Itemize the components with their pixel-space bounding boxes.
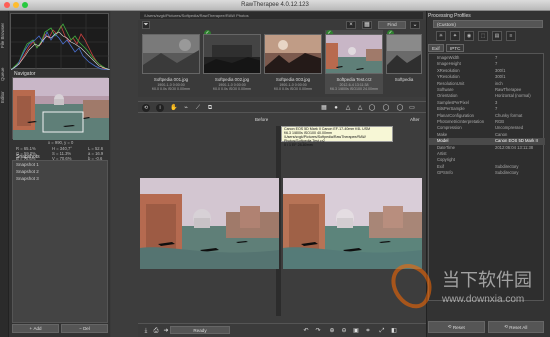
tool-tabs: ☀ ✦ ◉ ⬚ ▤ ≡ <box>428 31 546 42</box>
straighten-icon[interactable]: ⟋ <box>194 104 202 112</box>
rotate-right-icon[interactable]: ↷ <box>314 327 322 335</box>
tab-editor[interactable]: Editor <box>0 87 9 107</box>
thumbnail-filename: Softpedia 003.jpg <box>275 77 311 82</box>
snapshot-item[interactable]: Snapshot 2 <box>13 168 107 175</box>
snapshot-buttons: + Add − Del <box>12 324 108 333</box>
window-controls <box>4 2 28 8</box>
thumbnail-exif: f/0.0 0.0s ISO0 0.00mm <box>274 87 312 91</box>
editor-toolbar: ⟲ i ✋ ⌁ ⟋ ⧉ ▦ ● △ △ ◯ ◯ ◯ ▭ <box>138 101 426 113</box>
rotate-left-icon[interactable]: ↶ <box>302 327 310 335</box>
metadata-icon[interactable]: ≡ <box>506 31 516 41</box>
thumbnail-image[interactable] <box>264 34 322 74</box>
add-snapshot-button[interactable]: + Add <box>12 324 59 333</box>
thumbnail-exif: f/6.3 1/800s ISO100 24.00mm <box>330 87 378 91</box>
triangle-warning-icon[interactable]: △ <box>356 104 364 112</box>
watermark-logo: 当下软件园 www.downxia.com <box>384 258 544 318</box>
tab-queue[interactable]: Queue <box>0 63 9 85</box>
title-bar: RawTherapee 4.0.12.123 <box>0 0 550 11</box>
processing-profiles-label: Processing Profiles <box>428 13 471 19</box>
navigator-preview[interactable] <box>12 77 109 140</box>
delete-snapshot-button[interactable]: − Del <box>61 324 108 333</box>
zoom-out-icon[interactable]: ⊖ <box>340 327 348 335</box>
tab-file-browser[interactable]: File Browser <box>0 11 9 59</box>
image-tooltip: Canon EOS 5D Mark II Canon EF-17-40mm f/… <box>281 126 393 147</box>
nav-coords: x = 990, y = 0 <box>48 140 74 145</box>
thumbnail-card[interactable]: ✓ Softpedia <box>386 30 422 94</box>
send-icon[interactable]: ➜ <box>162 327 170 335</box>
close-icon[interactable]: × <box>346 21 356 29</box>
thumbnail-image[interactable] <box>142 34 200 74</box>
app-window: RawTherapee 4.0.12.123 File Browser Queu… <box>0 0 550 337</box>
circle-icon[interactable]: ◯ <box>368 104 376 112</box>
filmstrip-toolbar: ⏷ × ▦ Find ⌄ <box>140 20 424 30</box>
thumbnail-card[interactable]: Softpedia 001.jpg 1900-1-0 0:00:00 f/0.0… <box>142 30 200 94</box>
reset-button[interactable]: ⟲ Reset <box>428 321 485 333</box>
hand-tool-icon[interactable]: ✋ <box>170 104 178 112</box>
thumbnail-image[interactable] <box>203 34 261 74</box>
snapshot-item[interactable]: Snapshot 1 <box>13 161 107 168</box>
tab-exif[interactable]: Exif <box>428 44 444 52</box>
exposure-icon[interactable]: ☀ <box>436 31 446 41</box>
preview-icon[interactable]: ◧ <box>390 327 398 335</box>
info-icon[interactable]: i <box>156 104 164 112</box>
triangle-icon[interactable]: △ <box>344 104 352 112</box>
tab-iptc[interactable]: IPTC <box>446 44 465 52</box>
metadata-tabs: Exif IPTC <box>428 44 546 52</box>
fullscreen-icon[interactable]: ⤢ <box>378 327 386 335</box>
histogram <box>10 13 111 71</box>
before-label: Before <box>255 117 269 122</box>
color-swatch-icon[interactable]: ▦ <box>320 104 328 112</box>
layout-icon[interactable]: ▭ <box>408 104 416 112</box>
snapshot-item[interactable]: Snapshot 3 <box>13 175 107 182</box>
thumbnail-card[interactable]: ✓ Softpedia 002.jpg 1900-1-0 0:00:00 f/0… <box>203 30 261 94</box>
thumbnail-card-selected[interactable]: ✓ Softpedia Test.cr2 2012-6-4 13:11:38 f… <box>325 30 383 94</box>
before-preview[interactable] <box>140 178 279 269</box>
transform-icon[interactable]: ⬚ <box>478 31 488 41</box>
metadata-buttons: ⟲ Reset ⟲ Reset All <box>428 321 544 333</box>
zoom-100-icon[interactable]: ⌗ <box>364 327 372 335</box>
zoom-window-button[interactable] <box>22 2 28 8</box>
history-icon[interactable]: ⟲ <box>142 104 150 112</box>
export-icon[interactable]: ⤓ <box>142 327 150 335</box>
after-label: After <box>410 117 420 122</box>
after-preview[interactable] <box>283 178 422 269</box>
thumbnail-exif: f/0.0 0.0s ISO0 0.00mm <box>152 87 190 91</box>
circle-icon[interactable]: ◯ <box>382 104 390 112</box>
white-balance-icon[interactable]: ⌁ <box>182 104 190 112</box>
thumbnail-filename: Softpedia Test.cr2 <box>336 77 372 82</box>
thumbnail-image[interactable] <box>325 34 383 74</box>
channel-red-icon[interactable]: ● <box>332 104 340 112</box>
raw-icon[interactable]: ▤ <box>492 31 502 41</box>
filter-icon[interactable]: ⏷ <box>142 21 150 29</box>
chevron-down-icon[interactable]: ⌄ <box>410 21 420 29</box>
crop-icon[interactable]: ⧉ <box>206 104 214 112</box>
thumbnail-filename: Softpedia 001.jpg <box>153 77 189 82</box>
reset-all-button[interactable]: ⟲ Reset All <box>487 321 544 333</box>
thumbnail-filename: Softpedia <box>394 77 414 82</box>
grid-icon[interactable]: ▦ <box>362 21 372 29</box>
find-button[interactable]: Find <box>378 21 406 29</box>
thumbnail-image[interactable] <box>386 34 422 74</box>
vertical-tabs: File Browser Queue Editor <box>0 11 9 337</box>
status-label: Ready <box>170 326 230 334</box>
processing-profile-select[interactable]: (Custom) <box>433 20 543 28</box>
zoom-in-icon[interactable]: ⊕ <box>328 327 336 335</box>
save-icon[interactable]: ⎙ <box>152 327 160 335</box>
minimize-window-button[interactable] <box>13 2 19 8</box>
zoom-fit-icon[interactable]: ▣ <box>352 327 360 335</box>
thumbnail-filename: Softpedia 002.jpg <box>214 77 250 82</box>
color-icon[interactable]: ◉ <box>464 31 474 41</box>
window-title: RawTherapee 4.0.12.123 <box>241 2 309 8</box>
svg-text:www.downxia.com: www.downxia.com <box>441 294 524 305</box>
thumbnail-exif: f/0.0 0.0s ISO0 0.00mm <box>213 87 251 91</box>
snapshots-list: Snapshot 1 Snapshot 2 Snapshot 3 <box>12 160 108 323</box>
table-row[interactable]: GPSInfo Subdirectory <box>429 170 545 176</box>
circle-icon[interactable]: ◯ <box>396 104 404 112</box>
svg-text:当下软件园: 当下软件园 <box>442 270 532 290</box>
detail-icon[interactable]: ✦ <box>450 31 460 41</box>
tooltip-line: 0 / 1 EF 28-80mm <box>284 142 313 147</box>
close-window-button[interactable] <box>4 2 10 8</box>
path-bar[interactable]: /Users/svgk/Pictures/Softpedia/RawTherap… <box>140 12 423 19</box>
thumbnail-card[interactable]: Softpedia 003.jpg 1900-1-0 0:00:00 f/0.0… <box>264 30 322 94</box>
